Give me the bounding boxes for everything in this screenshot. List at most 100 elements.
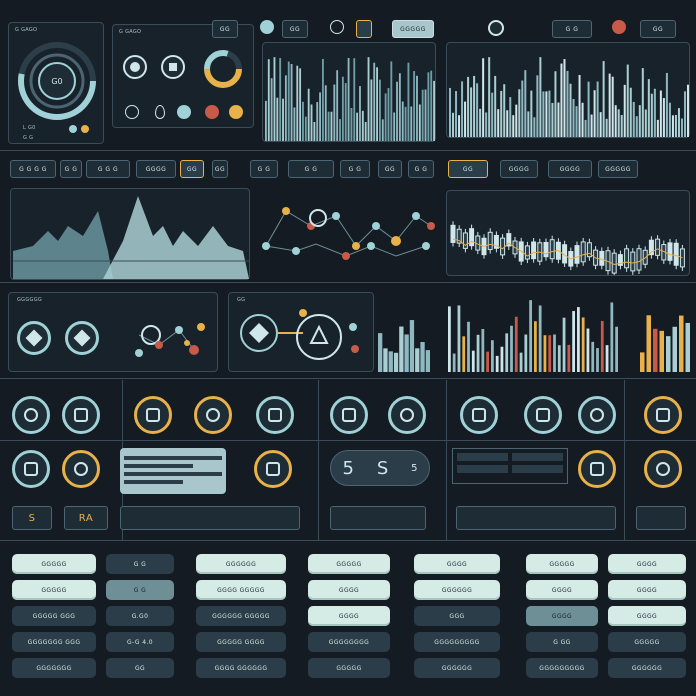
- pill-col4-4[interactable]: GGGGGGGG: [308, 632, 390, 652]
- alert-icon[interactable]: [205, 105, 219, 119]
- infinity-icon[interactable]: [644, 396, 682, 434]
- topbar-flag-button[interactable]: [356, 20, 372, 38]
- topbar-globe-icon[interactable]: [260, 20, 274, 34]
- topbar-button-2[interactable]: GG: [282, 20, 308, 38]
- frame-pin-icon[interactable]: [578, 396, 616, 434]
- pill-col5-3[interactable]: GGG: [414, 606, 500, 626]
- cat-icon[interactable]: [254, 450, 292, 488]
- toolbar-button-15[interactable]: GGGGG: [598, 160, 638, 178]
- toggle-icon[interactable]: [177, 105, 191, 119]
- topbar-button-3[interactable]: G G: [552, 20, 592, 38]
- toolbar-button-5[interactable]: GG: [180, 160, 204, 178]
- topbar-button-4[interactable]: GG: [640, 20, 676, 38]
- pill-col3-5[interactable]: GGGG GGGGGG: [196, 658, 286, 678]
- bar: [287, 61, 290, 141]
- bar: [409, 320, 415, 372]
- pill-col4-5[interactable]: GGGGG: [308, 658, 390, 678]
- stop-button[interactable]: [161, 55, 185, 79]
- toolbar-button-8[interactable]: G G: [288, 160, 334, 178]
- pill-col2-1[interactable]: G G: [106, 554, 174, 574]
- media-strip-2[interactable]: [330, 506, 426, 530]
- pill-col7-1[interactable]: GGGG: [608, 554, 686, 574]
- pill-col2-5[interactable]: GG: [106, 658, 174, 678]
- pill-col5-2[interactable]: GGGGGG: [414, 580, 500, 600]
- pill-col2-2[interactable]: G G: [106, 580, 174, 600]
- dollar-pin-icon[interactable]: [524, 396, 562, 434]
- topbar-circle-icon[interactable]: [330, 20, 344, 34]
- counter-pill[interactable]: 5 S 5: [330, 450, 430, 486]
- diamond-icon[interactable]: [62, 396, 100, 434]
- pad-button-1[interactable]: [17, 321, 51, 355]
- monitor-icon[interactable]: [194, 396, 232, 434]
- pill-col6-2[interactable]: GGGG: [526, 580, 598, 600]
- hash-icon[interactable]: [12, 450, 50, 488]
- pill-col7-4[interactable]: GGGGG: [608, 632, 686, 652]
- toolbar-button-10[interactable]: GG: [378, 160, 402, 178]
- diamond-icon[interactable]: [62, 450, 100, 488]
- bar: [602, 61, 605, 137]
- hash-icon[interactable]: [12, 396, 50, 434]
- toolbar-button-6[interactable]: GG: [212, 160, 228, 178]
- info-icon[interactable]: [229, 105, 243, 119]
- record-button[interactable]: [123, 55, 147, 79]
- pill-col6-1[interactable]: GGGGG: [526, 554, 598, 574]
- puzzle-icon[interactable]: [460, 396, 498, 434]
- pill-col3-1[interactable]: GGGGGG: [196, 554, 286, 574]
- toolbar-button-12[interactable]: GG: [448, 160, 488, 178]
- toolbar-button-9[interactable]: G G: [340, 160, 370, 178]
- pill-col3-4[interactable]: GGGGG GGGG: [196, 632, 286, 652]
- pill-col2-4[interactable]: G-G 4.0: [106, 632, 174, 652]
- media-strip-3[interactable]: [456, 506, 616, 530]
- toolbar-button-13[interactable]: GGGG: [500, 160, 538, 178]
- topbar-user-icon[interactable]: [488, 20, 504, 36]
- pill-col5-5[interactable]: GGGGGG: [414, 658, 500, 678]
- toolbar-button-1[interactable]: G G G G: [10, 160, 56, 178]
- pill-col4-1[interactable]: GGGGG: [308, 554, 390, 574]
- pill-col1-1[interactable]: GGGGG: [12, 554, 96, 574]
- pill-col5-1[interactable]: GGGG: [414, 554, 500, 574]
- pill-col2-3[interactable]: G.G0: [106, 606, 174, 626]
- tab-ra[interactable]: RA: [64, 506, 108, 530]
- bar: [548, 335, 552, 372]
- target-icon[interactable]: [330, 396, 368, 434]
- coin-button[interactable]: [125, 105, 139, 119]
- toolbar-button-14[interactable]: GGGG: [548, 160, 592, 178]
- toolbar-button-2[interactable]: G G: [60, 160, 82, 178]
- network-graph: [262, 207, 435, 260]
- pill-col1-2[interactable]: GGGGG: [12, 580, 96, 600]
- dollar-icon[interactable]: [388, 396, 426, 434]
- pill-col6-5[interactable]: GGGGGGGGG: [526, 658, 598, 678]
- waveform-strip[interactable]: [636, 506, 686, 530]
- pill-col4-3[interactable]: GGGG: [308, 606, 390, 626]
- toolbar-button-11[interactable]: G G: [408, 160, 434, 178]
- pill-col7-3[interactable]: GGGG: [608, 606, 686, 626]
- pill-col4-2[interactable]: GGGG: [308, 580, 390, 600]
- media-strip-1[interactable]: [120, 506, 300, 530]
- pill-col7-5[interactable]: GGGGGG: [608, 658, 686, 678]
- pill-col1-5[interactable]: GGGGGGG: [12, 658, 96, 678]
- cat-icon[interactable]: [134, 396, 172, 434]
- laptop-icon[interactable]: [644, 450, 682, 488]
- monitor-icon[interactable]: [578, 450, 616, 488]
- candle-body: [500, 237, 506, 256]
- toolbar-button-3[interactable]: G G G: [86, 160, 130, 178]
- topbar-dot-icon[interactable]: [612, 20, 626, 34]
- topbar-primary-button[interactable]: GGGGG: [392, 20, 434, 38]
- tab-s[interactable]: S: [12, 506, 52, 530]
- pill-col6-4[interactable]: G GG: [526, 632, 598, 652]
- pill-col3-3[interactable]: GGGGGG GGGGG: [196, 606, 286, 626]
- pill-col3-2[interactable]: GGGG GGGGG: [196, 580, 286, 600]
- bar: [572, 99, 575, 137]
- topbar-button-1[interactable]: GG: [212, 20, 238, 38]
- pill-col1-3[interactable]: GGGGG GGG: [12, 606, 96, 626]
- laptop-icon[interactable]: [256, 396, 294, 434]
- pill-col1-4[interactable]: GGGGGGG GGG: [12, 632, 96, 652]
- node-cluster-icon: [135, 323, 205, 357]
- pad-button-2[interactable]: [65, 321, 99, 355]
- pill-col6-3[interactable]: GGGG: [526, 606, 598, 626]
- toolbar-button-4[interactable]: GGGG: [136, 160, 176, 178]
- bar: [608, 73, 611, 137]
- toolbar-button-7[interactable]: G G: [250, 160, 278, 178]
- pill-col7-2[interactable]: GGGG: [608, 580, 686, 600]
- pill-col5-4[interactable]: GGGGGGGGG: [414, 632, 500, 652]
